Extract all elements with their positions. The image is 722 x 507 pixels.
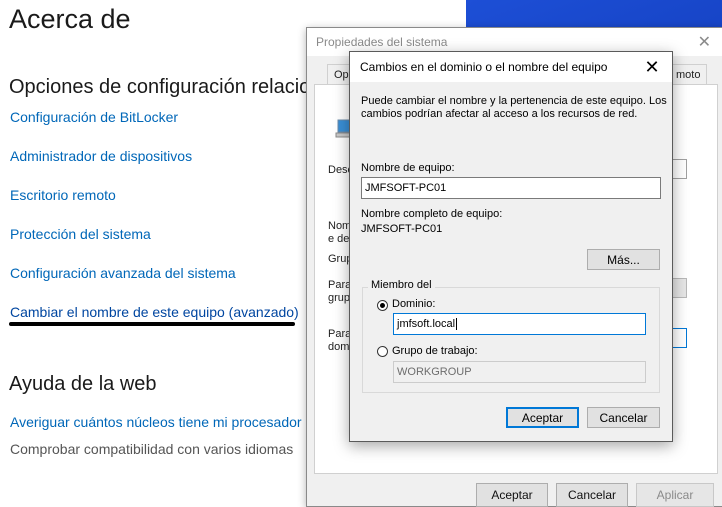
intro-line-1: Puede cambiar el nombre y la pertenencia… — [361, 95, 667, 107]
network-id-button-edge[interactable] — [671, 278, 687, 298]
dialog-cancel-button[interactable]: Cancelar — [587, 407, 660, 428]
link-language-compatibility[interactable]: Comprobar compatibilidad con varios idio… — [10, 441, 293, 457]
computer-name-label: Nombre de equipo: — [361, 162, 455, 174]
tab-right[interactable]: moto — [669, 64, 708, 85]
fragment-e-de: e de — [328, 233, 350, 245]
dialog-ok-button[interactable]: Aceptar — [506, 407, 579, 428]
related-settings-title: Opciones de configuración relacio — [9, 76, 311, 98]
member-of-label: Miembro del — [368, 279, 435, 291]
page-title: Acerca de — [9, 4, 131, 34]
link-processor-cores[interactable]: Averiguar cuántos núcleos tiene mi proce… — [10, 414, 302, 430]
description-field-edge[interactable] — [671, 159, 687, 179]
link-rename-pc-advanced[interactable]: Cambiar el nombre de este equipo (avanza… — [10, 304, 299, 320]
full-computer-name-label: Nombre completo de equipo: — [361, 208, 503, 220]
domain-label: Dominio: — [392, 298, 436, 310]
fragment-para-2: Para — [328, 328, 352, 340]
link-bitlocker[interactable]: Configuración de BitLocker — [10, 109, 178, 125]
domain-input-text: jmfsoft.local — [397, 318, 456, 330]
close-icon[interactable]: ✕ — [698, 32, 711, 52]
more-button[interactable]: Más... — [587, 249, 660, 270]
full-computer-name-value: JMFSOFT-PC01 — [361, 223, 443, 235]
intro-line-2: cambios podrían afectar al acceso a los … — [361, 108, 638, 120]
web-help-title: Ayuda de la web — [9, 373, 157, 395]
close-icon[interactable]: ✕ — [640, 55, 664, 79]
fragment-grup-2: grup — [328, 292, 351, 304]
domain-input[interactable]: jmfsoft.local — [393, 313, 646, 335]
domain-radio[interactable] — [377, 300, 388, 311]
change-button-edge[interactable] — [671, 328, 687, 348]
link-system-protection[interactable]: Protección del sistema — [10, 226, 151, 242]
dialog-title: Cambios en el dominio o el nombre del eq… — [350, 52, 672, 82]
sysprops-ok-button[interactable]: Aceptar — [476, 483, 548, 507]
link-remote-desktop[interactable]: Escritorio remoto — [10, 187, 116, 203]
sysprops-apply-button[interactable]: Aplicar — [636, 483, 714, 507]
highlight-underline — [9, 322, 295, 326]
sysprops-cancel-button[interactable]: Cancelar — [556, 483, 628, 507]
workgroup-input[interactable]: WORKGROUP — [393, 361, 646, 383]
computer-name-input[interactable]: JMFSOFT-PC01 — [361, 177, 661, 199]
fragment-para-1: Para — [328, 279, 352, 291]
fragment-nom: Nom — [328, 220, 352, 232]
link-device-manager[interactable]: Administrador de dispositivos — [10, 148, 192, 164]
domain-name-changes-dialog: Cambios en el dominio o el nombre del eq… — [349, 51, 673, 442]
text-caret — [456, 318, 458, 331]
workgroup-label: Grupo de trabajo: — [392, 345, 478, 357]
link-advanced-system-settings[interactable]: Configuración avanzada del sistema — [10, 265, 236, 281]
workgroup-radio[interactable] — [377, 346, 388, 357]
